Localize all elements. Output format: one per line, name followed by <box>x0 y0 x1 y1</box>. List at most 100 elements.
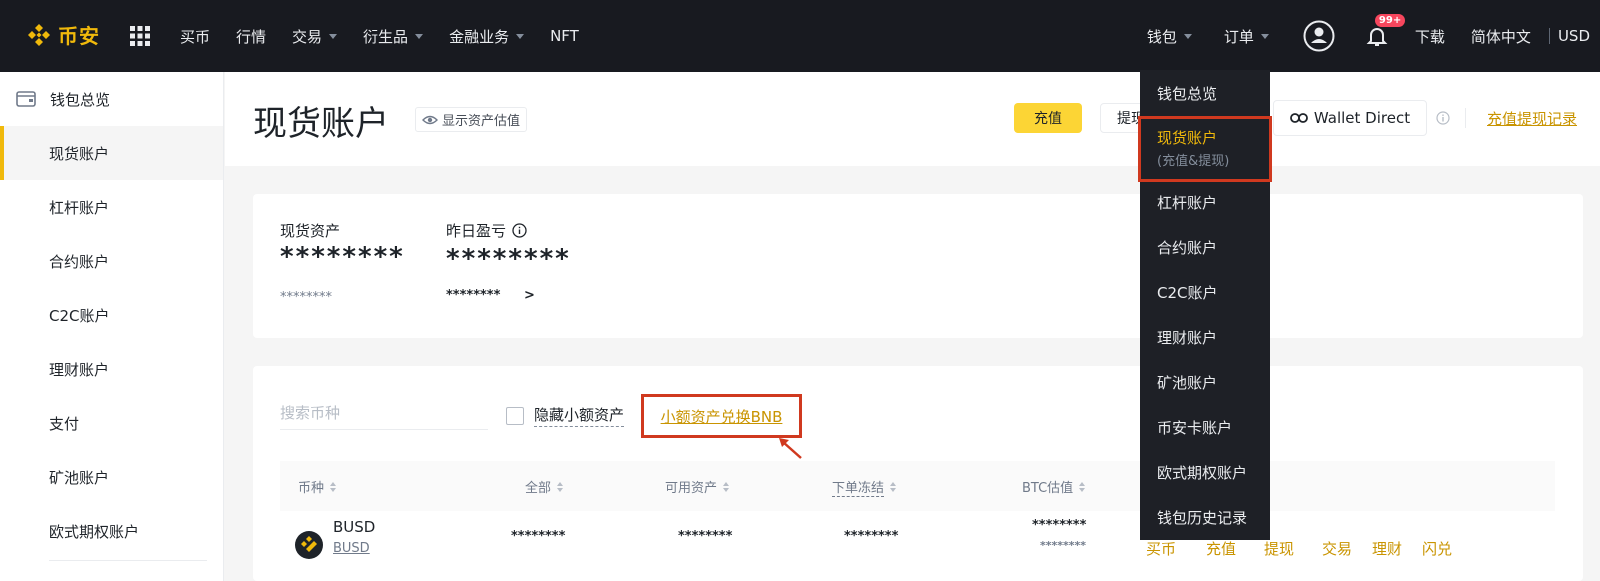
wallet-direct-label: Wallet Direct <box>1313 109 1411 127</box>
th-total[interactable]: 全部 <box>525 477 564 496</box>
nav-label: NFT <box>550 27 579 45</box>
action-buy[interactable]: 买币 <box>1146 538 1176 559</box>
th-label: 可用资产 <box>665 481 718 496</box>
th-label: 币种 <box>298 481 325 496</box>
balance-summary-card: 现货资产 ******** ******** 昨日盈亏 ******** ***… <box>253 194 1583 338</box>
dropdown-item-options[interactable]: 欧式期权账户 <box>1157 462 1247 483</box>
dropdown-item-margin[interactable]: 杠杆账户 <box>1157 192 1217 213</box>
dropdown-item-card[interactable]: 币安卡账户 <box>1157 417 1232 438</box>
sidebar-item-margin[interactable]: 杠杆账户 <box>0 180 223 234</box>
sidebar-item-wallet-overview[interactable]: 钱包总览 <box>0 72 223 126</box>
nav-trade[interactable]: 交易 <box>292 26 338 47</box>
dropdown-item-wallet-overview[interactable]: 钱包总览 <box>1157 83 1217 104</box>
info-icon[interactable] <box>512 223 527 238</box>
wallet-direct-button[interactable]: Wallet Direct <box>1273 100 1427 136</box>
nav-wallet-label: 钱包 <box>1146 27 1177 46</box>
sidebar: 钱包总览 现货账户 杠杆账户 合约账户 C2C账户 理财账户 支付 矿池账户 欧… <box>0 72 224 581</box>
apps-grid-icon[interactable] <box>130 26 150 46</box>
nav-label: 买币 <box>180 27 211 46</box>
coin-fullname-link[interactable]: BUSD <box>333 541 370 556</box>
sidebar-item-pay[interactable]: 支付 <box>0 396 223 450</box>
deposit-withdraw-history-link[interactable]: 充值提现记录 <box>1487 108 1577 129</box>
annotation-arrow-icon <box>779 438 802 459</box>
nav-download[interactable]: 下载 <box>1415 26 1445 47</box>
nav-orders[interactable]: 订单 <box>1224 26 1269 47</box>
user-icon[interactable] <box>1303 20 1335 52</box>
yesterday-pnl-label-text: 昨日盈亏 <box>446 222 507 240</box>
nav-derivatives[interactable]: 衍生品 <box>363 26 424 47</box>
nav-orders-label: 订单 <box>1223 27 1254 46</box>
caret-down-icon <box>1260 33 1269 39</box>
action-convert[interactable]: 闪兑 <box>1422 538 1452 559</box>
page-header: 现货账户 显示资产估值 充值 提现 Wallet Direct 充值提现记录 <box>225 72 1600 166</box>
spot-assets-value: ******** <box>280 242 405 272</box>
action-withdraw[interactable]: 提现 <box>1264 538 1294 559</box>
nav-markets[interactable]: 行情 <box>236 26 266 47</box>
th-label: BTC估值 <box>1022 481 1074 496</box>
sidebar-item-label: 矿池账户 <box>49 468 110 487</box>
sidebar-item-spot[interactable]: 现货账户 <box>0 126 223 180</box>
pnl-chevron[interactable]: > <box>524 288 535 303</box>
action-earn[interactable]: 理财 <box>1372 538 1402 559</box>
sidebar-item-earn[interactable]: 理财账户 <box>0 342 223 396</box>
sidebar-item-label: 欧式期权账户 <box>49 522 140 541</box>
binance-logo[interactable]: 币安 <box>26 20 100 49</box>
th-available[interactable]: 可用资产 <box>665 477 730 496</box>
action-deposit[interactable]: 充值 <box>1206 538 1236 559</box>
sidebar-item-label: 支付 <box>49 414 80 433</box>
cell-available: ******** <box>678 529 733 544</box>
dropdown-item-c2c[interactable]: C2C账户 <box>1157 282 1218 303</box>
dropdown-item-futures[interactable]: 合约账户 <box>1157 237 1217 258</box>
eye-icon <box>422 115 438 124</box>
sidebar-item-label: 合约账户 <box>49 252 110 271</box>
th-label: 全部 <box>525 481 552 496</box>
cell-in-order: ******** <box>844 529 899 544</box>
cell-btc-value: ******** <box>1032 518 1087 533</box>
info-icon[interactable] <box>1436 111 1450 125</box>
th-coin[interactable]: 币种 <box>298 477 337 496</box>
coin-symbol: BUSD <box>333 518 376 536</box>
caret-down-icon <box>329 33 338 39</box>
sidebar-item-pool[interactable]: 矿池账户 <box>0 450 223 504</box>
nav-finance[interactable]: 金融业务 <box>449 26 525 47</box>
yesterday-pnl-sub: ******** <box>446 288 501 303</box>
sidebar-item-futures[interactable]: 合约账户 <box>0 234 223 288</box>
cell-total: ******** <box>511 529 566 544</box>
th-in-order[interactable]: 下单冻结 <box>832 477 897 497</box>
deposit-button[interactable]: 充值 <box>1014 103 1082 133</box>
sidebar-divider <box>49 560 207 561</box>
dropdown-item-pool[interactable]: 矿池账户 <box>1157 372 1217 393</box>
nav-buy-crypto[interactable]: 买币 <box>180 26 210 47</box>
convert-small-to-bnb-link[interactable]: 小额资产兑换BNB <box>661 406 783 427</box>
hide-small-assets-checkbox[interactable]: 隐藏小额资产 <box>506 404 625 427</box>
checkbox[interactable] <box>506 406 524 425</box>
logo-text: 币安 <box>58 24 100 48</box>
caret-down-icon <box>415 33 424 39</box>
sidebar-item-label: C2C账户 <box>49 306 110 325</box>
top-navbar: 币安 买币 行情 交易 衍生品 金融业务 NFT 钱包 订单 99+ 下载 简体… <box>0 0 1600 72</box>
nav-language[interactable]: 简体中文 <box>1471 26 1531 47</box>
dropdown-item-history[interactable]: 钱包历史记录 <box>1157 507 1247 528</box>
spot-assets-label-text: 现货资产 <box>280 222 341 240</box>
sort-icon <box>557 481 564 492</box>
spot-account-highlight <box>1138 116 1272 182</box>
nav-currency[interactable]: USD <box>1558 27 1590 45</box>
action-trade[interactable]: 交易 <box>1322 538 1352 559</box>
cell-btc-fiat: ******** <box>1040 539 1087 552</box>
sidebar-item-options[interactable]: 欧式期权账户 <box>0 504 223 558</box>
notification-badge: 99+ <box>1374 14 1406 27</box>
table-header: 币种 全部 可用资产 下单冻结 BTC估值 <box>280 461 1555 511</box>
dropdown-item-earn[interactable]: 理财账户 <box>1157 327 1217 348</box>
yesterday-pnl-label: 昨日盈亏 <box>446 220 527 241</box>
sidebar-item-c2c[interactable]: C2C账户 <box>0 288 223 342</box>
sidebar-item-label: 钱包总览 <box>50 90 111 109</box>
convert-small-highlight: 小额资产兑换BNB <box>641 394 802 438</box>
nav-wallet[interactable]: 钱包 <box>1147 26 1192 47</box>
nav-label: 衍生品 <box>363 27 409 46</box>
notification-bell[interactable]: 99+ <box>1365 14 1406 48</box>
th-btc-value[interactable]: BTC估值 <box>1022 477 1086 496</box>
show-estimate-toggle[interactable]: 显示资产估值 <box>415 107 528 132</box>
nav-nft[interactable]: NFT <box>550 27 579 45</box>
search-coin-input[interactable]: 搜索币种 <box>280 396 488 430</box>
assets-table-card: 搜索币种 隐藏小额资产 小额资产兑换BNB 币种 全部 可用资产 下单冻结 BT… <box>253 366 1583 581</box>
